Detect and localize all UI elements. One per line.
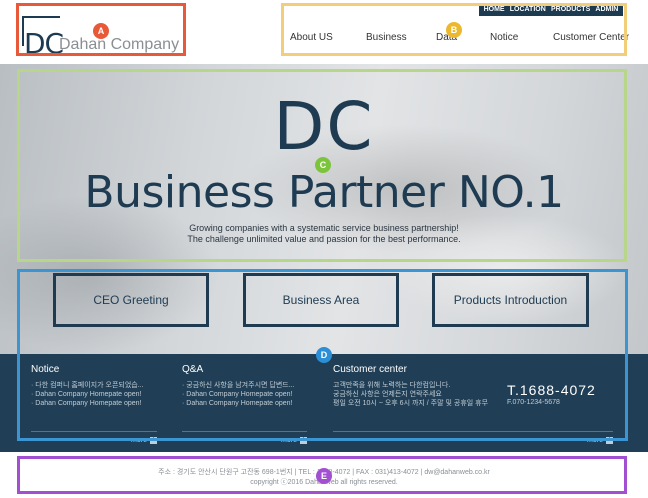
annotation-badge-b: B (446, 22, 462, 38)
annotation-badge-d: D (316, 347, 332, 363)
annotation-badge-a: A (93, 23, 109, 39)
annotation-badge-c: C (315, 157, 331, 173)
annotation-badge-e: E (316, 468, 332, 484)
